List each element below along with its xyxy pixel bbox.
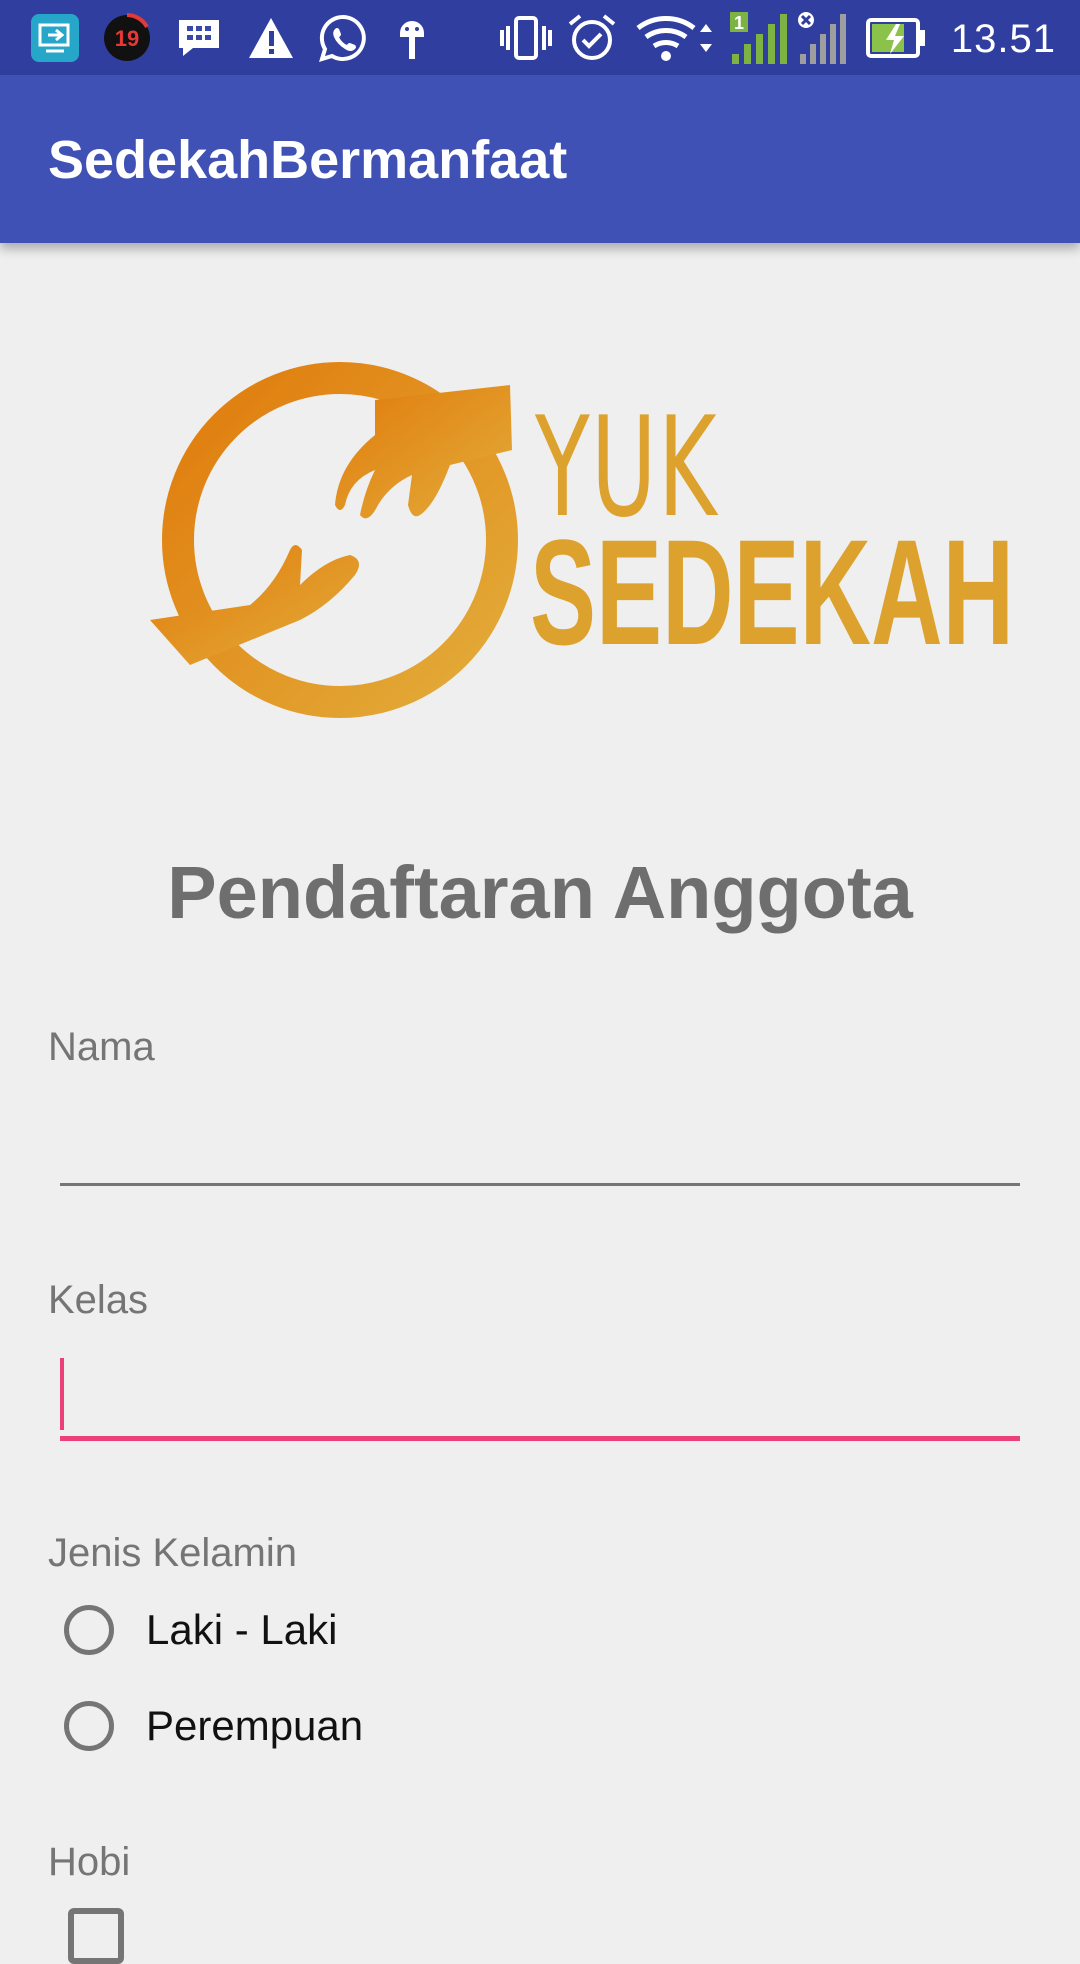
battery-charging-icon [866, 10, 926, 66]
radio-option-laki-laki[interactable]: Laki - Laki [64, 1598, 337, 1662]
notification-badge-icon: 19 [100, 10, 154, 66]
kelas-input[interactable] [60, 1360, 1020, 1430]
radio-label-perempuan: Perempuan [146, 1702, 364, 1749]
status-time: 13.51 [950, 17, 1056, 61]
signal-sim1-icon: 1 [728, 10, 790, 66]
nama-label: Nama [48, 1025, 155, 1069]
giving-hands-icon [150, 362, 518, 718]
yuk-sedekah-logo: YUK SEDEKAH [150, 355, 1030, 725]
status-bar: 19 1 13.51 [0, 0, 1080, 75]
radio-button-unchecked[interactable] [64, 1605, 114, 1655]
text-cursor [60, 1358, 64, 1430]
alarm-icon [564, 10, 620, 66]
svg-text:19: 19 [115, 26, 139, 51]
android-debug-icon [392, 10, 432, 66]
signal-sim2-icon [796, 10, 850, 66]
wifi-icon [634, 10, 714, 66]
app-bar: SedekahBermanfaat [0, 75, 1080, 243]
jenis-kelamin-label: Jenis Kelamin [48, 1531, 298, 1575]
radio-label-laki-laki: Laki - Laki [146, 1606, 338, 1653]
radio-button-unchecked[interactable] [64, 1701, 114, 1751]
vibrate-icon [498, 10, 554, 66]
warning-icon [244, 10, 298, 66]
app-title: SedekahBermanfaat [48, 130, 568, 190]
radio-option-perempuan[interactable]: Perempuan [64, 1694, 363, 1758]
kelas-underline-focused [60, 1436, 1020, 1441]
screen-mirror-icon [28, 10, 82, 66]
svg-text:1: 1 [734, 13, 744, 33]
bbm-icon [172, 10, 226, 66]
logo-text-sedekah: SEDEKAH [530, 508, 1015, 676]
kelas-label: Kelas [48, 1278, 149, 1322]
form-title: Pendaftaran Anggota [167, 851, 913, 934]
hobi-label: Hobi [48, 1840, 131, 1884]
nama-underline [60, 1183, 1020, 1186]
hobi-checkbox[interactable] [68, 1908, 124, 1964]
whatsapp-icon [316, 10, 370, 66]
nama-input[interactable] [60, 1105, 1020, 1175]
